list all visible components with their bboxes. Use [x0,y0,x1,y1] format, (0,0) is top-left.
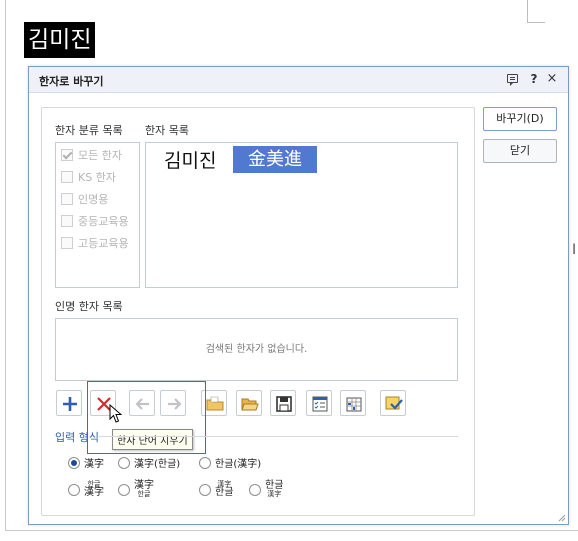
category-ks[interactable]: KS 한자 [61,169,116,185]
hangul-word: 김미진 [164,150,217,172]
checkbox-icon[interactable] [61,215,73,227]
hanja-list-label: 한자 목록 [145,124,189,137]
format-option-ruby-hangul-bottom[interactable]: 漢字 한글 [118,481,154,498]
radio-icon[interactable] [118,456,130,469]
format-option-hangul-hanja[interactable]: 한글(漢字) [199,455,261,470]
checkbox-checked-icon[interactable] [61,149,73,161]
empty-message: 검색된 한자가 없습니다. [205,344,308,355]
format-option-ruby-hangul-top[interactable]: 한글 漢字 [68,481,104,498]
hanja-list: 김미진 金美進 [145,142,458,288]
category-list-label: 한자 분류 목록 [55,124,123,137]
ibeam-cursor-icon: I [572,242,577,258]
dialog-title: 한자로 바꾸기 [39,75,104,88]
section-divider [99,436,458,437]
replace-button[interactable]: 바꾸기(D) [483,107,557,131]
document-margin-left [5,0,6,531]
category-all[interactable]: 모든 한자 [61,147,122,163]
plus-icon [63,397,77,411]
grid-icon [346,397,362,412]
open-folder-icon [241,398,259,411]
radio-icon[interactable] [199,456,211,469]
format-option-ruby-hanja-bottom[interactable]: 한글 漢字 [249,481,283,498]
checkbox-icon[interactable] [61,171,73,183]
input-format-label: 입력 형식 [55,431,99,444]
category-list: 모든 한자 KS 한자 인명용 중등교육용 고등교육용 [55,142,140,288]
open-button[interactable] [236,390,262,416]
save-button[interactable] [270,390,296,416]
radio-icon[interactable] [199,483,211,496]
close-icon[interactable]: × [544,71,560,87]
help-icon[interactable]: ? [526,71,542,87]
comment-icon[interactable] [505,71,521,87]
radio-icon[interactable] [68,483,80,496]
checkbox-icon[interactable] [61,193,73,205]
person-hanja-list: 검색된 한자가 없습니다. [55,318,458,381]
format-option-hanja-hangul[interactable]: 漢字(한글) [118,455,180,470]
radio-icon[interactable] [118,483,130,496]
save-icon [276,396,292,412]
person-list-label: 인명 한자 목록 [55,300,123,313]
close-button[interactable]: 닫기 [483,139,557,163]
add-button[interactable] [56,390,82,416]
checkbox-icon[interactable] [61,237,73,249]
radio-icon[interactable] [249,483,261,496]
mouse-pointer-icon [109,404,122,423]
checklist-icon [312,396,328,412]
format-option-hanja[interactable]: 漢字 [68,455,104,470]
radio-selected-icon[interactable] [68,456,80,469]
format-option-ruby-hanja-top[interactable]: 漢字 한글 [199,481,233,498]
category-high-school[interactable]: 고등교육용 [61,235,129,251]
selected-document-text[interactable]: 김미진 [24,22,96,58]
page-corner-mark [527,0,528,22]
checklist-button[interactable] [306,390,332,416]
delete-tooltip: 한자 단어 지우기 [112,429,193,450]
document-margin-bottom [5,530,578,531]
hanja-option-selected[interactable]: 金美進 [233,146,317,173]
apply-check-icon [385,396,403,410]
resize-grip-icon[interactable] [556,512,566,522]
apply-button[interactable] [380,390,406,416]
page-corner-mark-h [527,22,545,23]
dialog-titlebar[interactable]: 한자로 바꾸기 ? × [29,67,568,93]
category-middle-school[interactable]: 중등교육용 [61,213,129,229]
grid-options-button[interactable] [340,390,366,416]
category-name[interactable]: 인명용 [61,191,108,207]
folder-icon [206,396,224,411]
hanja-convert-dialog: 한자로 바꾸기 ? × 한자 분류 목록 한자 목록 모든 한자 KS 한자 인… [28,66,569,525]
